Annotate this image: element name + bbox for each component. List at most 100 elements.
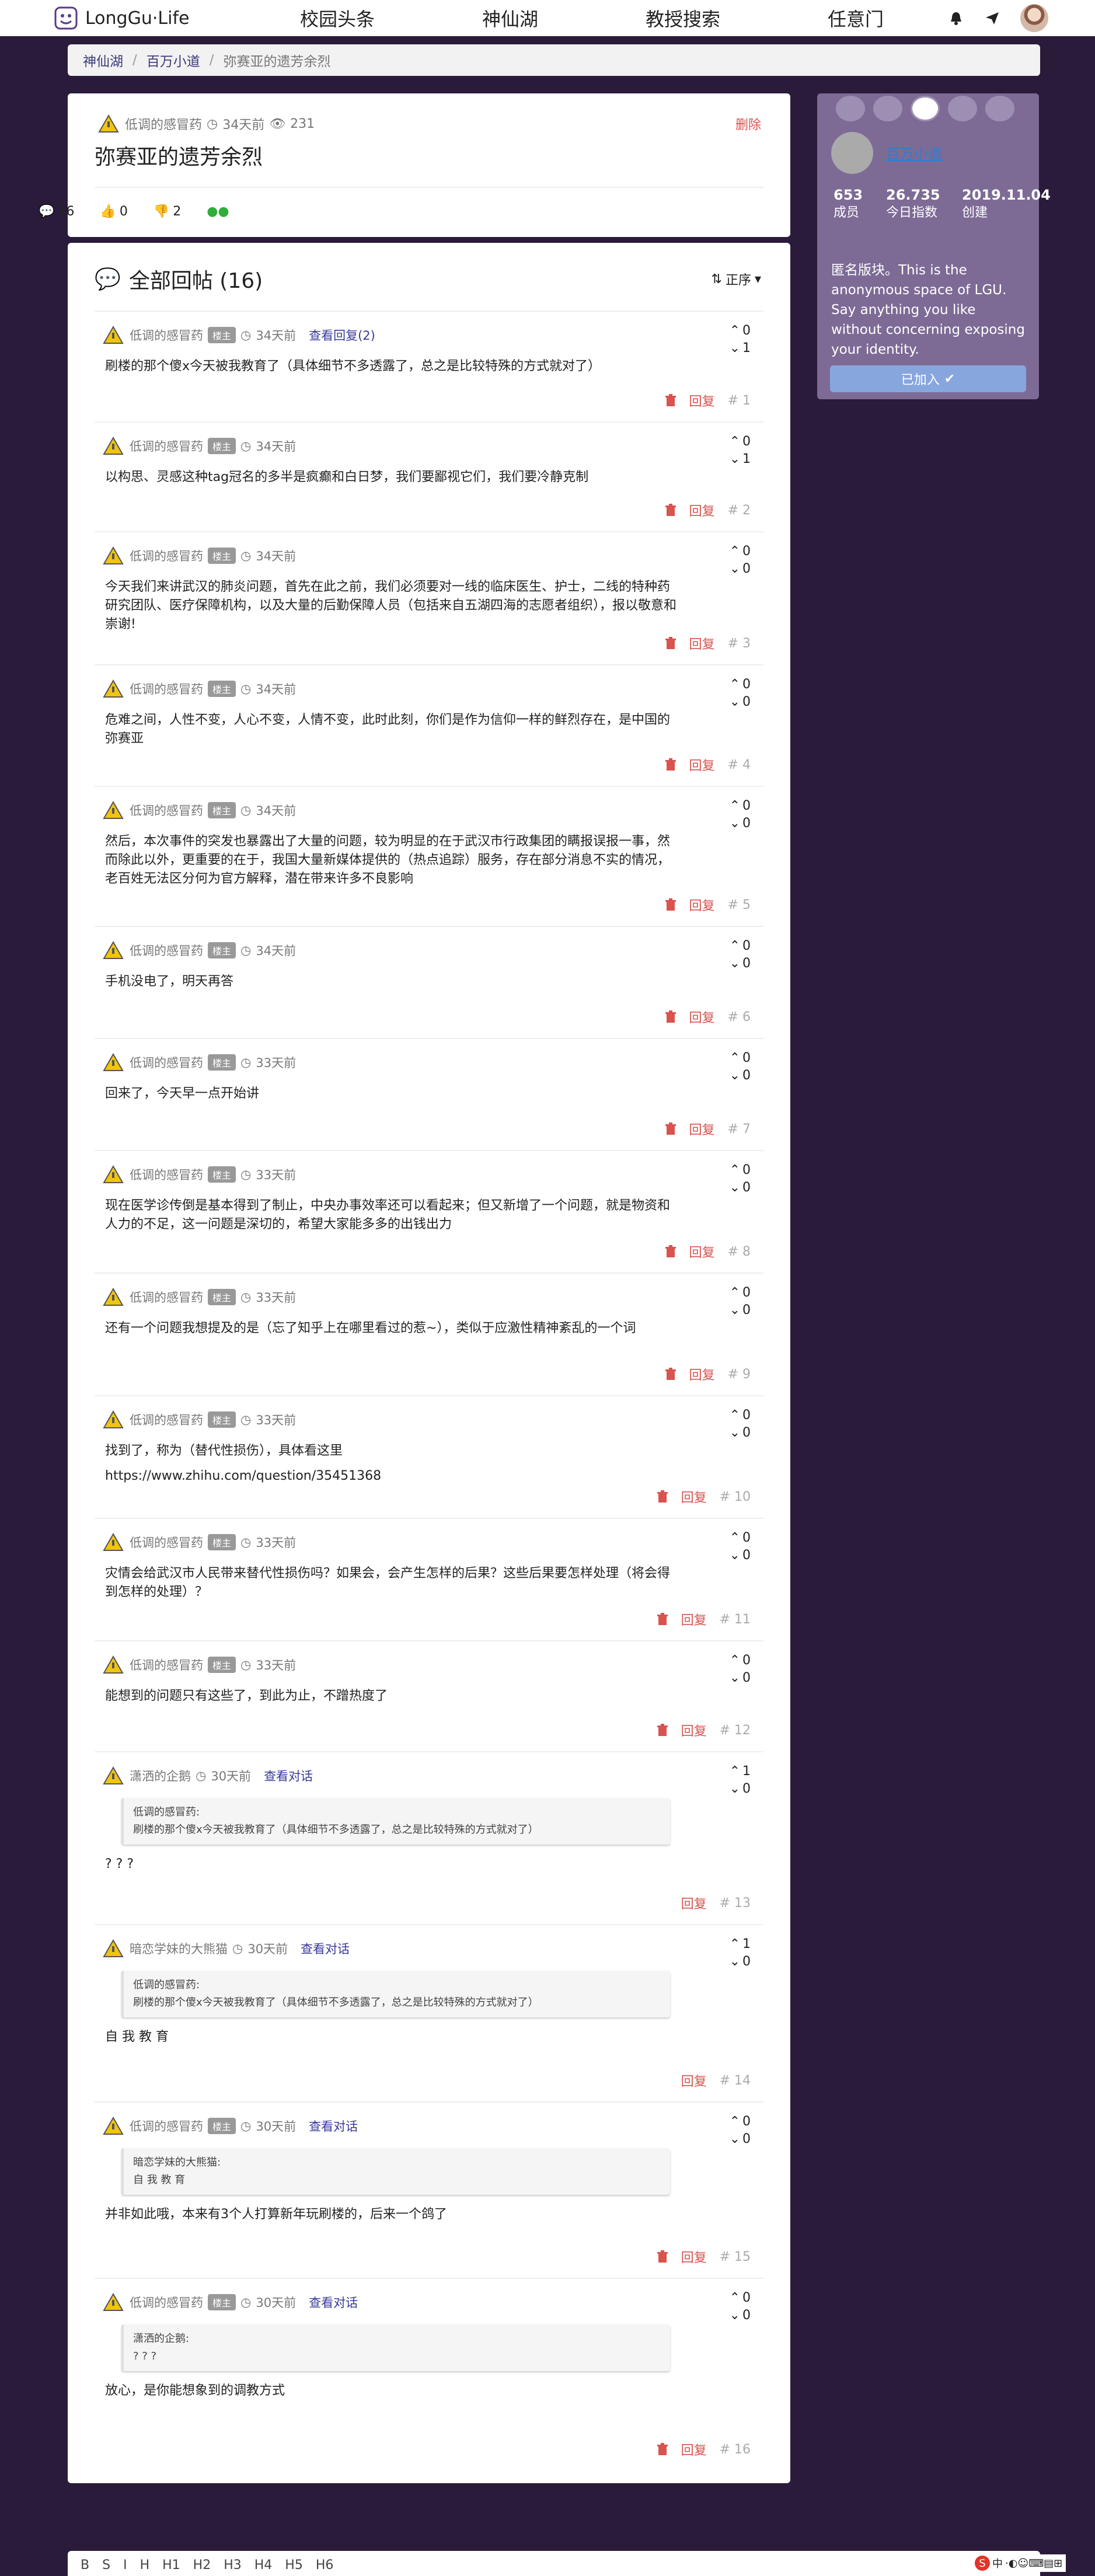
downvote-button[interactable]: ⌄ 0 [730, 1547, 751, 1564]
editor-button[interactable]: H [140, 2558, 150, 2576]
reply-link-text[interactable]: https://www.zhihu.com/question/35451368 [105, 1469, 381, 1483]
trash-icon[interactable] [657, 1724, 668, 1737]
brand[interactable]: LongGu·Life [54, 4, 189, 33]
trash-icon[interactable] [665, 758, 676, 771]
reply-button[interactable]: 回复 [689, 1365, 715, 1383]
upvote-button[interactable]: ⌃ 0 [730, 2289, 751, 2307]
downvote-button[interactable]: ⌄ 0 [730, 560, 751, 578]
breadcrumb-item-board[interactable]: 百万小道 [147, 50, 200, 70]
downvote-button[interactable]: ⌄ 0 [730, 2131, 751, 2148]
downvote-button[interactable]: ⌄ 0 [730, 815, 751, 832]
reply-button[interactable]: 回复 [689, 391, 715, 410]
editor-button[interactable]: H4 [254, 2558, 273, 2576]
trash-icon[interactable] [665, 504, 676, 517]
trash-icon[interactable] [665, 1123, 676, 1135]
reply-button[interactable]: 回复 [681, 1610, 707, 1629]
sidebar-tab[interactable] [873, 96, 902, 121]
reply-button[interactable]: 回复 [681, 2440, 707, 2459]
editor-button[interactable]: H5 [285, 2558, 303, 2576]
upvote-button[interactable]: ⌃ 0 [730, 1529, 751, 1547]
upvote-button[interactable]: ⌃ 0 [730, 797, 751, 815]
sidebar-tab[interactable] [985, 96, 1014, 121]
delete-button[interactable]: 删除 [735, 114, 761, 133]
reply-button[interactable]: 回复 [689, 1242, 715, 1261]
joined-button[interactable]: 已加入 ✔ [830, 365, 1026, 392]
upvote-button[interactable]: ⌃ 0 [730, 543, 751, 560]
downvote-button[interactable]: ⌄ 0 [730, 1669, 751, 1687]
trash-icon[interactable] [665, 1245, 676, 1258]
downvote-button[interactable]: ⌄ 0 [730, 955, 751, 972]
sogou-ime-icon[interactable]: S [975, 2556, 990, 2571]
reply-button[interactable]: 回复 [681, 1721, 707, 1740]
reply-button[interactable]: 回复 [689, 1120, 715, 1138]
trash-icon[interactable] [657, 2250, 668, 2263]
view-thread-link[interactable]: 查看对话 [309, 2117, 358, 2135]
reply-button[interactable]: 回复 [689, 634, 715, 653]
trash-icon[interactable] [665, 898, 676, 911]
upvote-button[interactable]: ⌃ 0 [730, 1162, 751, 1179]
reply-button[interactable]: 回复 [681, 2071, 707, 2090]
trash-icon[interactable] [657, 2443, 668, 2456]
editor-button[interactable]: S [102, 2558, 110, 2576]
reply-button[interactable]: 回复 [681, 2247, 707, 2266]
trash-icon[interactable] [665, 394, 676, 407]
breadcrumb-item-lake[interactable]: 神仙湖 [83, 50, 123, 70]
upvote-button[interactable]: ⌃ 1 [730, 1936, 751, 1953]
downvote-button[interactable]: ⌄ 0 [730, 2307, 751, 2324]
trash-icon[interactable] [665, 1010, 676, 1023]
trash-icon[interactable] [665, 637, 676, 650]
reply-button[interactable]: 回复 [681, 1894, 707, 1912]
downvote-button[interactable]: ⌄ 1 [730, 340, 751, 357]
downvote-button[interactable]: ⌄ 0 [730, 1953, 751, 1971]
downvote-button[interactable]: ⌄ 0 [730, 1067, 751, 1085]
trash-icon[interactable] [657, 1613, 668, 1626]
reply-button[interactable]: 回复 [689, 895, 715, 914]
downvote-button[interactable]: ⌄ 0 [730, 1780, 751, 1798]
upvote-button[interactable]: ⌃ 0 [730, 937, 751, 955]
board-name-link[interactable]: 百万小道 [886, 142, 942, 163]
trash-icon[interactable] [665, 1368, 676, 1381]
upvote-button[interactable]: ⌃ 0 [730, 1050, 751, 1067]
view-thread-link[interactable]: 查看对话 [264, 1767, 313, 1784]
view-thread-link[interactable]: 查看对话 [309, 2293, 358, 2311]
reply-button[interactable]: 回复 [689, 501, 715, 520]
downvote-button[interactable]: ⌄ 0 [730, 1302, 751, 1319]
upvote-button[interactable]: ⌃ 0 [730, 322, 751, 340]
downvote-button[interactable]: ⌄ 1 [730, 451, 751, 468]
editor-button[interactable]: H3 [224, 2558, 242, 2576]
user-avatar[interactable] [1020, 4, 1048, 32]
editor-button[interactable]: I [123, 2558, 127, 2576]
sidebar-tab[interactable] [836, 96, 865, 121]
view-thread-link[interactable]: 查看对话 [301, 1940, 350, 1957]
upvote-button[interactable]: ⌃ 0 [730, 433, 751, 451]
upvote-button[interactable]: ⌃ 1 [730, 1763, 751, 1780]
paper-plane-icon[interactable] [984, 10, 1000, 26]
sort-dropdown[interactable]: ⇅ 正序 ▾ [712, 270, 762, 288]
view-thread-link[interactable]: 查看回复(2) [309, 326, 375, 344]
upvote-button[interactable]: ⌃ 0 [730, 676, 751, 693]
editor-button[interactable]: H1 [162, 2558, 180, 2576]
editor-button[interactable]: B [81, 2558, 89, 2576]
downvote-button[interactable]: ⌄ 0 [730, 1179, 751, 1197]
wechat-share[interactable]: ●● [207, 204, 229, 219]
sidebar-tab[interactable] [948, 96, 977, 121]
dislike-stat[interactable]: 👎 2 [154, 204, 181, 219]
reply-button[interactable]: 回复 [689, 1008, 715, 1026]
reply-button[interactable]: 回复 [681, 1487, 707, 1506]
nav-link-lake[interactable]: 神仙湖 [424, 0, 597, 36]
upvote-button[interactable]: ⌃ 0 [730, 1652, 751, 1669]
upvote-button[interactable]: ⌃ 0 [730, 1284, 751, 1302]
upvote-button[interactable]: ⌃ 0 [730, 1407, 751, 1424]
ime-mode[interactable]: 中 [992, 2556, 1003, 2571]
like-stat[interactable]: 👍 0 [100, 204, 127, 219]
upvote-button[interactable]: ⌃ 0 [730, 2113, 751, 2131]
bell-icon[interactable] [948, 10, 964, 26]
nav-link-professor-search[interactable]: 教授搜索 [597, 0, 769, 36]
nav-link-anywhere-door[interactable]: 任意门 [769, 0, 942, 36]
trash-icon[interactable] [657, 1490, 668, 1503]
editor-button[interactable]: H2 [193, 2558, 211, 2576]
nav-link-headlines[interactable]: 校园头条 [251, 0, 424, 36]
sidebar-tab-active[interactable] [911, 96, 940, 121]
downvote-button[interactable]: ⌄ 0 [730, 1424, 751, 1442]
comment-stat[interactable]: 💬 16 [39, 204, 74, 219]
